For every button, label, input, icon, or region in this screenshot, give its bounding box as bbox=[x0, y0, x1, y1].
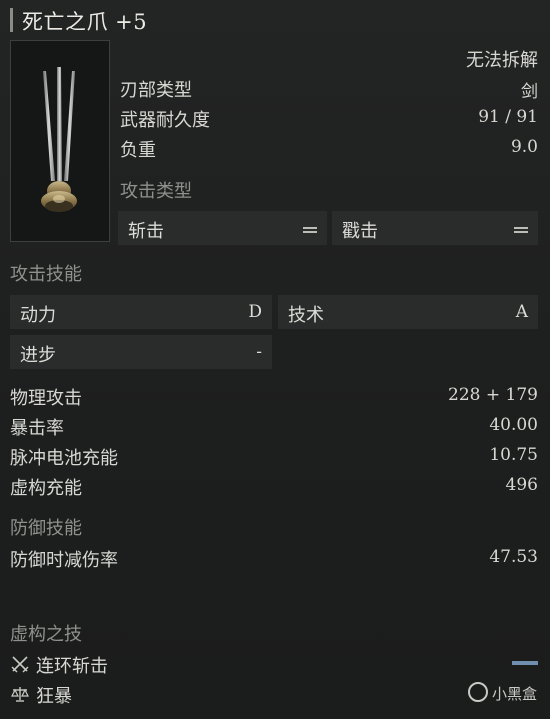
attack-skill-header: 攻击技能 bbox=[10, 264, 82, 285]
fable-skill-chain-slash: 连环斩击 bbox=[36, 656, 108, 677]
durability-label: 武器耐久度 bbox=[120, 110, 210, 131]
watermark-text: 小黑盒 bbox=[492, 685, 538, 703]
weapon-image bbox=[10, 40, 110, 242]
scaling-technique-grade: A bbox=[515, 302, 528, 322]
item-tooltip-panel: 死亡之爪 +5 无法拆解 刃部类型 剑 武器耐久度 91 / 91 负重 9.0… bbox=[0, 0, 550, 719]
weapon-title: 死亡之爪 +5 bbox=[22, 10, 148, 34]
fable-skill-frenzy: 狂暴 bbox=[36, 686, 72, 707]
crossed-swords-icon bbox=[11, 656, 29, 673]
weight-label: 负重 bbox=[120, 140, 156, 161]
scales-icon bbox=[11, 687, 29, 702]
dismantle-status: 无法拆解 bbox=[466, 50, 538, 71]
claw-icon bbox=[41, 67, 77, 212]
attack-type-slash: 斩击 bbox=[118, 211, 327, 245]
scaling-motivity-grade: D bbox=[248, 302, 262, 322]
equal-icon bbox=[514, 227, 528, 233]
scaling-technique: 技术 A bbox=[278, 295, 538, 329]
watermark: 小黑盒 bbox=[466, 680, 546, 706]
pulse-cell-value: 10.75 bbox=[489, 445, 538, 465]
equal-icon bbox=[303, 227, 317, 233]
blade-type-value: 剑 bbox=[521, 82, 538, 102]
guard-reduction-label: 防御时减伤率 bbox=[10, 550, 118, 571]
weight-value: 9.0 bbox=[510, 137, 538, 157]
fable-charge-value: 496 bbox=[505, 475, 538, 495]
scaling-technique-label: 技术 bbox=[288, 305, 324, 326]
fable-gauge-bar bbox=[512, 661, 538, 665]
crit-rate-label: 暴击率 bbox=[10, 418, 64, 439]
fable-charge-label: 虚构充能 bbox=[10, 478, 82, 499]
scaling-advance-grade: - bbox=[256, 342, 262, 362]
attack-type-header: 攻击类型 bbox=[120, 181, 192, 202]
durability-value: 91 / 91 bbox=[478, 107, 538, 127]
attack-type-pierce: 戳击 bbox=[332, 211, 538, 245]
scaling-advance: 进步 - bbox=[10, 335, 272, 369]
guard-reduction-value: 47.53 bbox=[489, 547, 538, 567]
blade-type-label: 刃部类型 bbox=[120, 80, 192, 101]
heybox-logo-icon bbox=[468, 682, 488, 702]
scaling-advance-label: 进步 bbox=[20, 345, 56, 366]
attack-type-pierce-label: 戳击 bbox=[342, 221, 378, 242]
attack-type-slash-label: 斩击 bbox=[128, 221, 164, 242]
physical-attack-value: 228 + 179 bbox=[448, 385, 538, 405]
scaling-motivity: 动力 D bbox=[10, 295, 272, 329]
fable-art-header: 虚构之技 bbox=[10, 624, 82, 645]
crit-rate-value: 40.00 bbox=[489, 415, 538, 435]
defense-skill-header: 防御技能 bbox=[10, 518, 82, 539]
physical-attack-label: 物理攻击 bbox=[10, 388, 82, 409]
pulse-cell-label: 脉冲电池充能 bbox=[10, 448, 118, 469]
title-accent bbox=[10, 8, 13, 32]
title-bar: 死亡之爪 +5 bbox=[0, 0, 550, 40]
scaling-motivity-label: 动力 bbox=[20, 305, 56, 326]
